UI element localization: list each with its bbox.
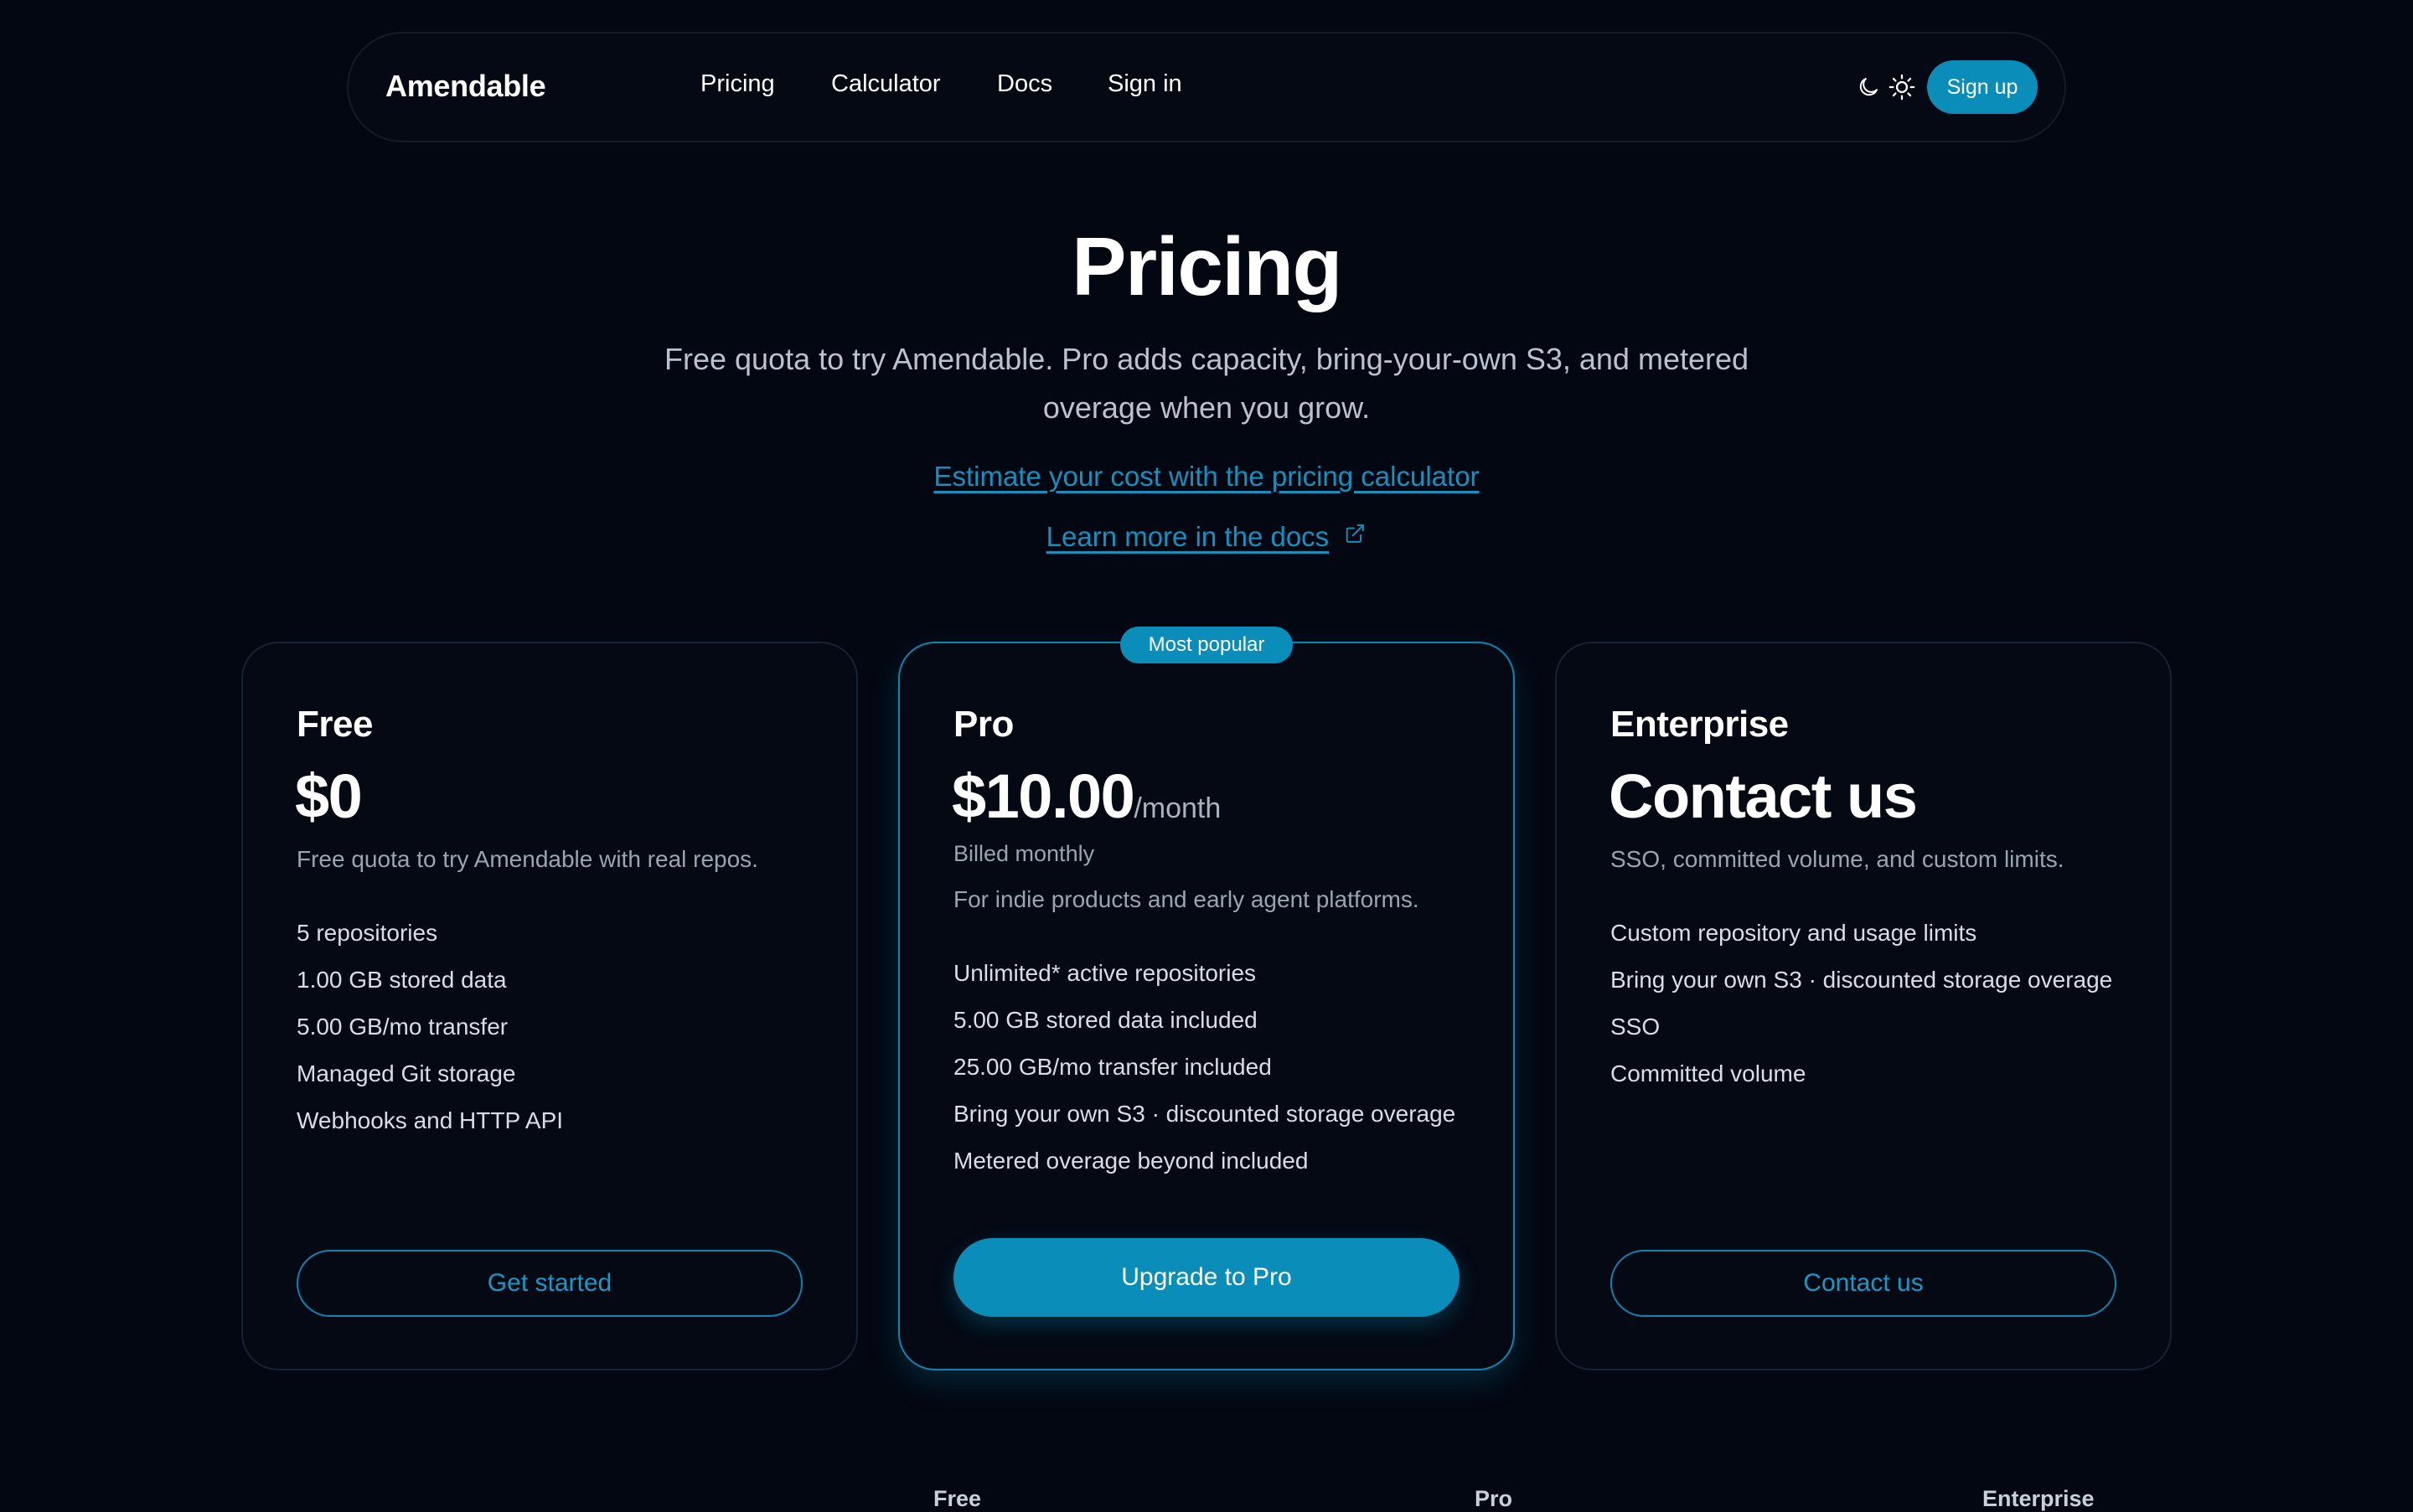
plan-card-enterprise: Enterprise Contact us SSO, committed vol… — [1555, 642, 2172, 1370]
feature-item: 25.00 GB/mo transfer included — [953, 1054, 1272, 1080]
plan-card-pro: Pro $10.00/month Billed monthly For indi… — [898, 642, 1515, 1370]
sign-up-button[interactable]: Sign up — [1927, 60, 2038, 114]
brand-logo[interactable]: Amendable — [385, 69, 546, 104]
nav-link-sign-in[interactable]: Sign in — [1108, 70, 1182, 98]
pricing-calculator-link[interactable]: Estimate your cost with the pricing calc… — [0, 461, 2413, 493]
plan-price-period: /month — [1134, 792, 1222, 824]
feature-item: 5 repositories — [297, 920, 438, 946]
plan-name: Free — [297, 704, 373, 745]
feature-list: Custom repository and usage limits Bring… — [1610, 910, 2112, 1097]
upgrade-to-pro-button[interactable]: Upgrade to Pro — [953, 1238, 1460, 1317]
external-link-icon — [1343, 520, 1367, 552]
feature-item: Metered overage beyond included — [953, 1148, 1309, 1174]
page-title: Pricing — [1072, 220, 1342, 312]
nav-link-docs[interactable]: Docs — [997, 70, 1052, 98]
feature-item: 1.00 GB stored data — [297, 967, 507, 993]
moon-icon[interactable] — [1852, 70, 1885, 104]
most-popular-badge: Most popular — [1120, 627, 1293, 663]
feature-item: Unlimited* active repositories — [953, 960, 1257, 986]
feature-item: Webhooks and HTTP API — [297, 1107, 564, 1133]
feature-item: SSO — [1610, 1014, 1661, 1040]
page-subtitle: Free quota to try Amendable. Pro adds ca… — [664, 342, 1749, 425]
plan-name: Pro — [953, 704, 1014, 745]
plan-price: $0 — [295, 761, 363, 831]
contact-us-button[interactable]: Contact us — [1610, 1250, 2116, 1317]
plan-price: $10.00/month — [952, 761, 1221, 832]
nav-link-calculator[interactable]: Calculator — [831, 70, 941, 98]
docs-link[interactable]: Learn more in the docs — [0, 521, 2413, 553]
feature-item: Committed volume — [1610, 1060, 1806, 1086]
get-started-button[interactable]: Get started — [297, 1250, 803, 1317]
docs-link-label[interactable]: Learn more in the docs — [1046, 521, 1330, 552]
comparison-header-enterprise: Enterprise — [1982, 1486, 2095, 1511]
plan-description: Free quota to try Amendable with real re… — [297, 846, 758, 872]
plan-price: Contact us — [1609, 761, 1918, 831]
top-navbar: Amendable Pricing Calculator Docs Sign i… — [347, 32, 2066, 142]
billing-note: Billed monthly — [953, 841, 1095, 866]
feature-item: 5.00 GB/mo transfer — [297, 1014, 509, 1040]
plan-name: Enterprise — [1610, 704, 1789, 745]
plan-price-amount: $10.00 — [952, 761, 1135, 831]
pricing-calculator-link-label[interactable]: Estimate your cost with the pricing calc… — [933, 461, 1479, 492]
plan-description: For indie products and early agent platf… — [953, 886, 1419, 912]
plan-card-free: Free $0 Free quota to try Amendable with… — [241, 642, 858, 1370]
nav-link-pricing[interactable]: Pricing — [700, 70, 775, 98]
feature-list: Unlimited* active repositories 5.00 GB s… — [953, 950, 1455, 1184]
feature-item: Bring your own S3 · discounted storage o… — [953, 1101, 1456, 1127]
feature-item: Managed Git storage — [297, 1060, 516, 1086]
feature-item: Custom repository and usage limits — [1610, 920, 1977, 946]
comparison-header-free: Free — [933, 1486, 982, 1511]
plan-description: SSO, committed volume, and custom limits… — [1610, 846, 2064, 872]
comparison-header-pro: Pro — [1475, 1486, 1513, 1511]
sun-icon[interactable] — [1885, 70, 1919, 104]
feature-item: Bring your own S3 · discounted storage o… — [1610, 967, 2113, 993]
feature-list: 5 repositories 1.00 GB stored data 5.00 … — [297, 910, 563, 1144]
feature-item: 5.00 GB stored data included — [953, 1007, 1258, 1033]
